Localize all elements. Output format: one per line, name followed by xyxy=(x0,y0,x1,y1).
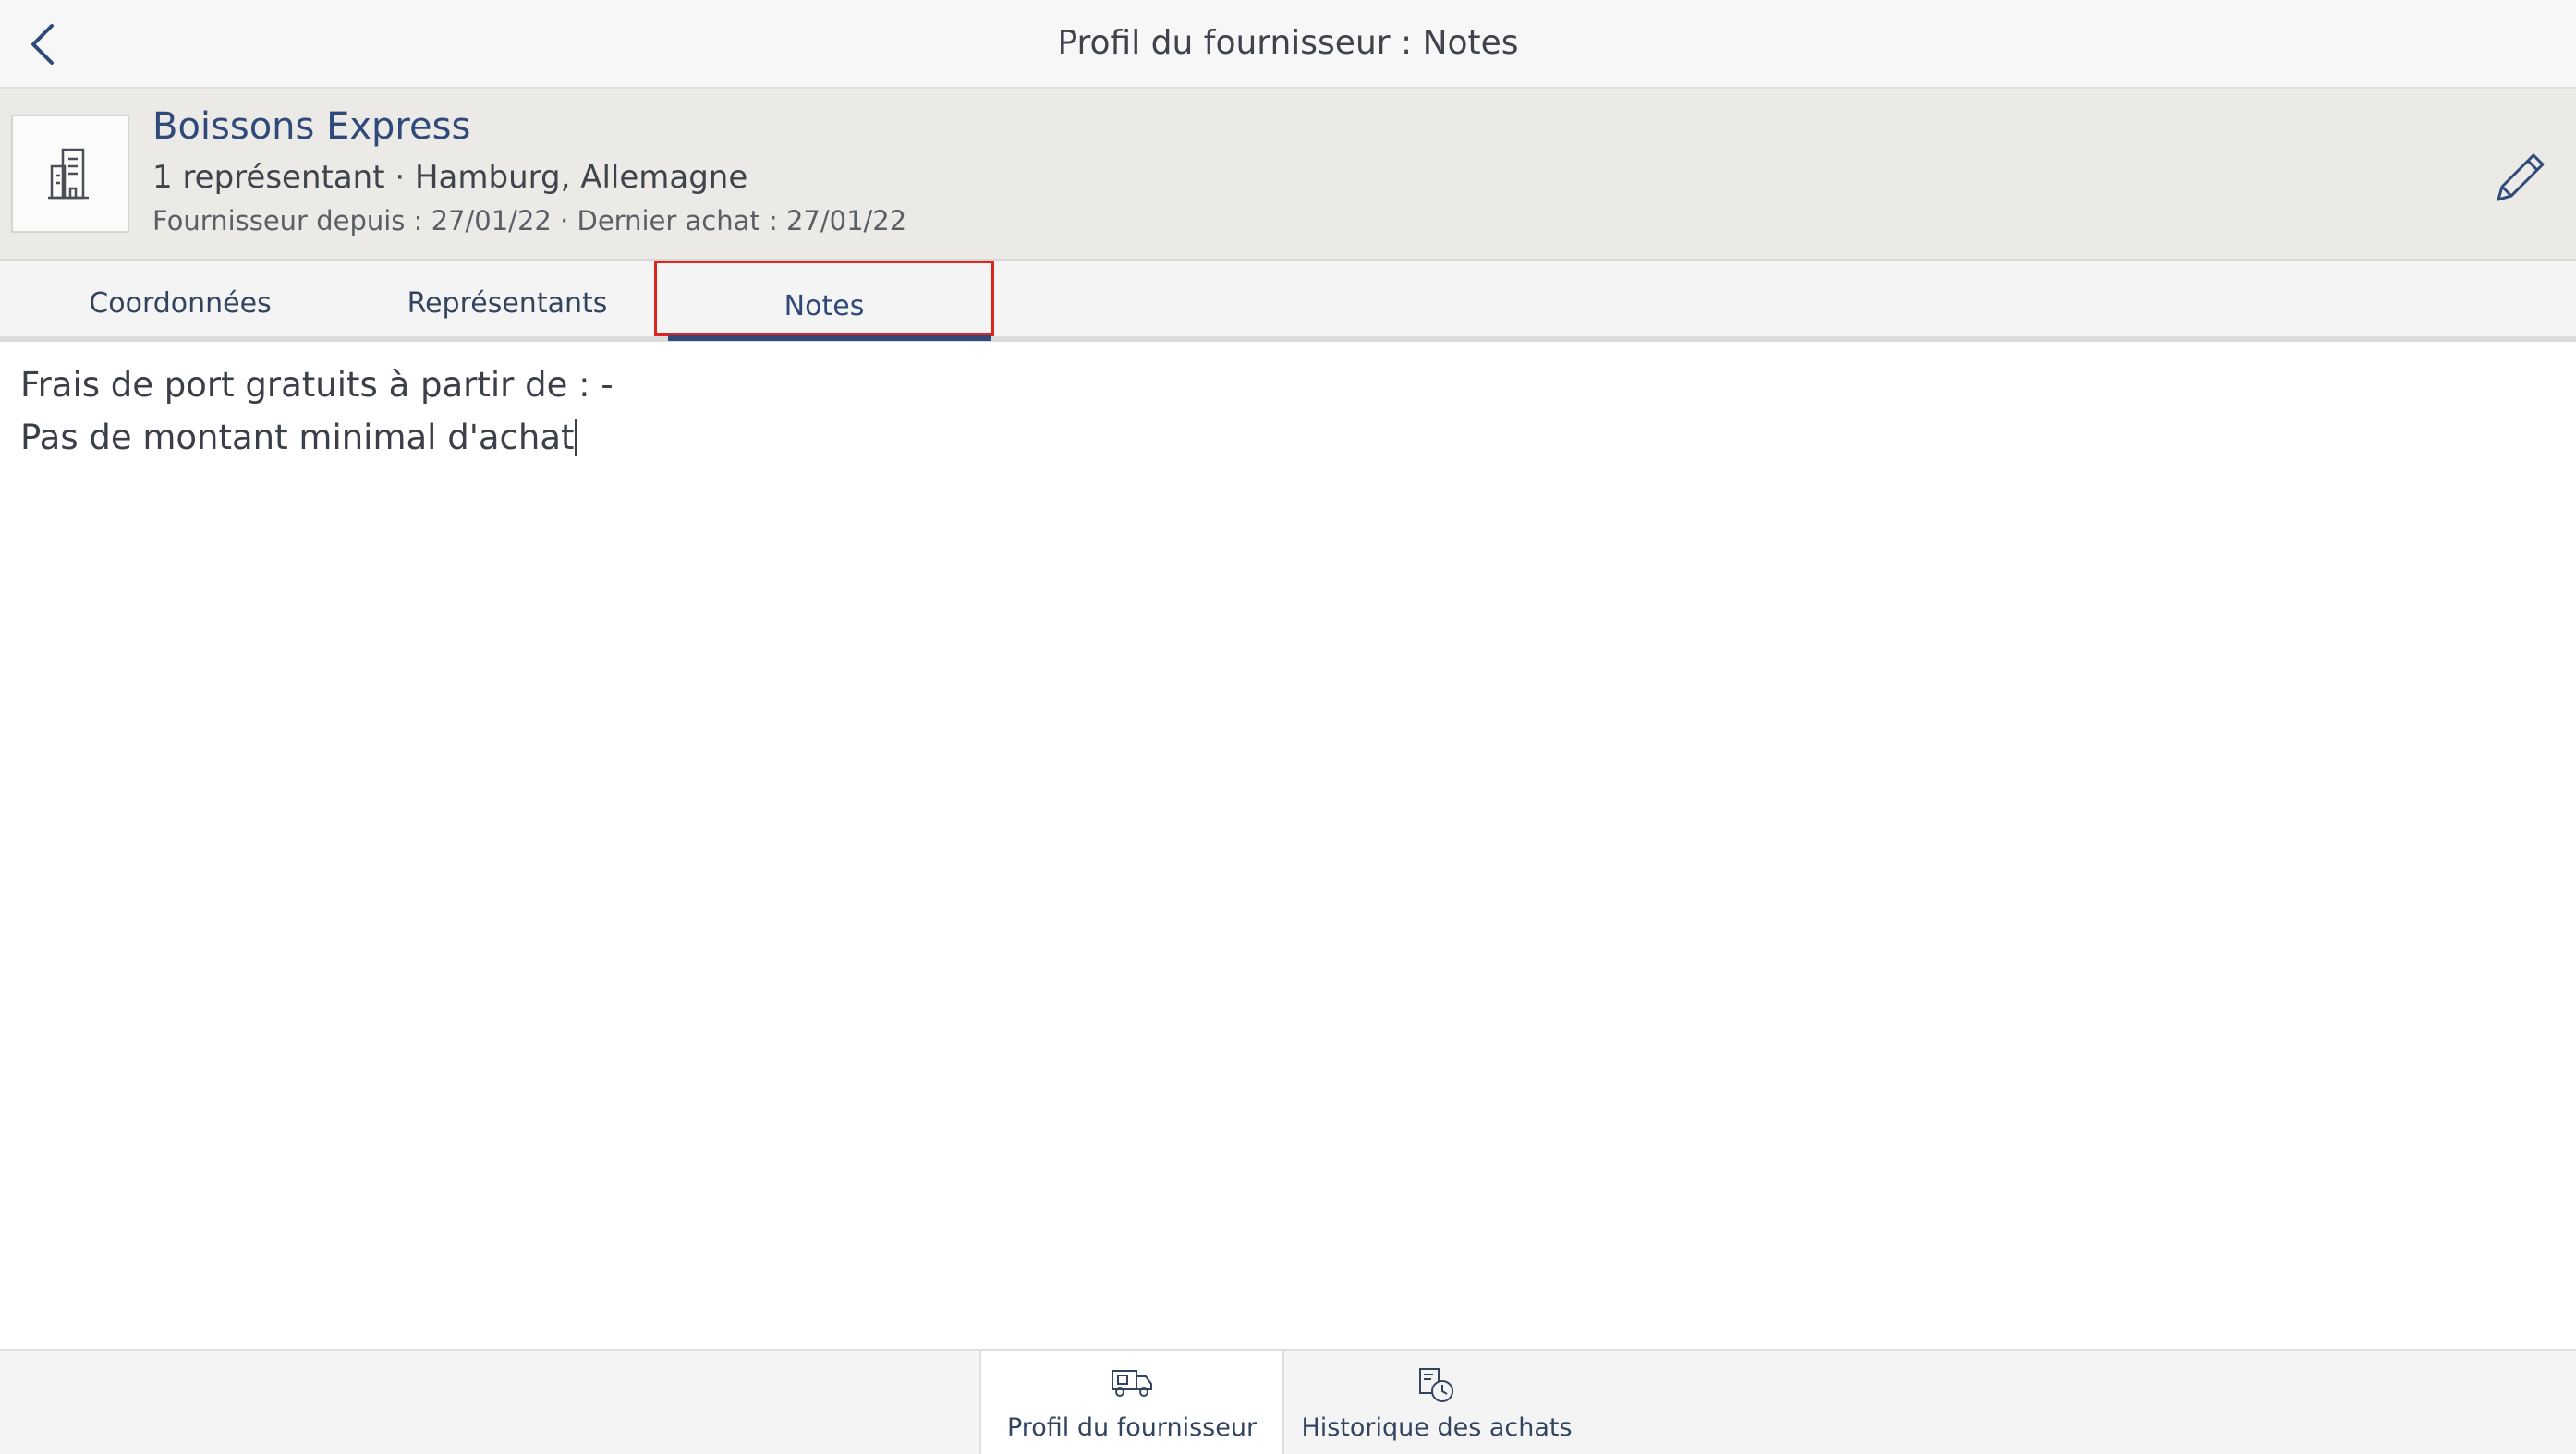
tab-representants[interactable]: Représentants xyxy=(360,261,654,336)
bottom-tab-purchase-history[interactable]: Historique des achats xyxy=(1284,1351,1589,1454)
tab-coordonnees[interactable]: Coordonnées xyxy=(0,261,360,336)
notes-line-2: Pas de montant minimal d'achat xyxy=(20,418,575,457)
supplier-dates: Fournisseur depuis : 27/01/22 · Dernier … xyxy=(152,205,907,236)
building-icon xyxy=(48,148,89,200)
tab-notes-label: Notes xyxy=(784,290,865,322)
supplier-avatar xyxy=(11,115,129,233)
active-tab-indicator xyxy=(668,335,991,341)
notes-textarea[interactable]: Frais de port gratuits à partir de : - P… xyxy=(0,342,2576,1349)
history-icon xyxy=(1419,1368,1453,1402)
tab-notes[interactable]: Notes xyxy=(654,261,994,341)
edit-button[interactable] xyxy=(2485,142,2556,212)
text-caret xyxy=(574,419,577,456)
truck-icon xyxy=(1112,1370,1152,1397)
pencil-icon xyxy=(2497,153,2545,201)
tab-bar: Coordonnées Représentants Notes xyxy=(0,261,2576,342)
bottom-tab-supplier-profile-label: Profil du fournisseur xyxy=(1006,1413,1258,1442)
supplier-header: Boissons Express 1 représentant · Hambur… xyxy=(0,89,2576,261)
bottom-tab-purchase-history-label: Historique des achats xyxy=(1301,1413,1573,1442)
page-title: Profil du fournisseur : Notes xyxy=(1057,24,1519,62)
supplier-summary: 1 représentant · Hamburg, Allemagne xyxy=(152,159,748,196)
bottom-tab-supplier-profile[interactable]: Profil du fournisseur xyxy=(979,1351,1284,1454)
navigation-bar: Profil du fournisseur : Notes xyxy=(0,0,2576,89)
bottom-tab-bar: Profil du fournisseur Historique des ach… xyxy=(0,1349,2576,1454)
notes-line-1: Frais de port gratuits à partir de : - xyxy=(20,365,614,405)
notes-text: Frais de port gratuits à partir de : - P… xyxy=(20,358,614,464)
supplier-name: Boissons Express xyxy=(152,105,471,148)
